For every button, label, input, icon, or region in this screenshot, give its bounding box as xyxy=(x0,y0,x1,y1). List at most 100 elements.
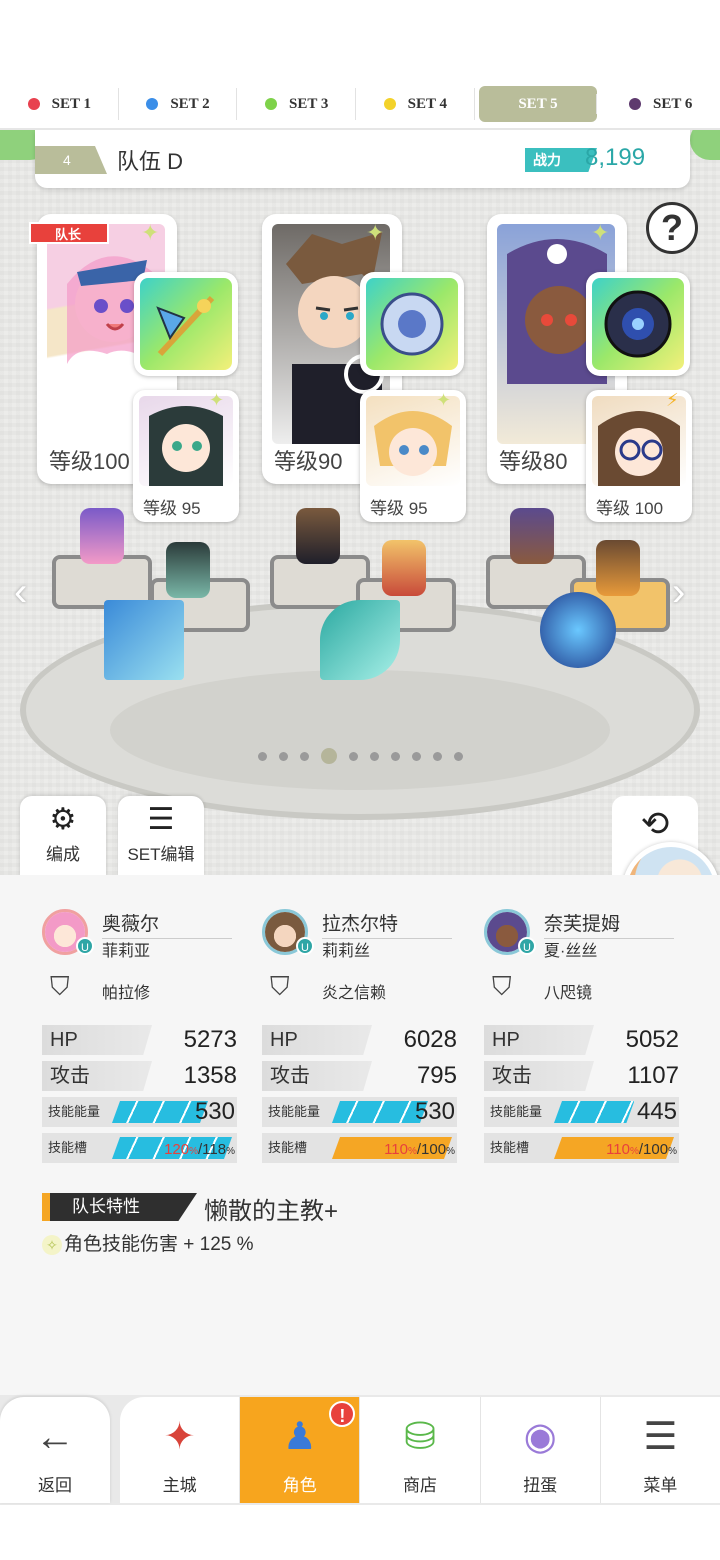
unit-level: 等级80 xyxy=(499,449,568,474)
energy-label: 技能能量 xyxy=(48,1104,101,1119)
page-dot[interactable] xyxy=(300,751,309,761)
nav-shop-label: 商店 xyxy=(403,1476,437,1495)
team-bar: 4 队伍 D 战力 8,199 xyxy=(35,130,690,188)
chibi-sprite xyxy=(382,540,426,596)
support-level: 等级 95 xyxy=(370,499,428,518)
support-level: 等级 100 xyxy=(596,499,664,518)
weapon-sprite xyxy=(104,600,184,680)
bush-decoration xyxy=(690,130,720,160)
support-name: 菲莉亚 xyxy=(102,943,151,960)
set-color-dot xyxy=(629,98,642,110)
halberd-icon xyxy=(156,295,215,357)
hp-label: HP xyxy=(484,1025,594,1055)
page-dot[interactable] xyxy=(412,751,421,761)
bottom-nav: ← 返回 ✦ 主城 ♟ 角色! ⛁ 商店 ◉ 扭蛋 ☰ 菜单 xyxy=(0,1395,720,1505)
bottom-spacer xyxy=(0,1505,720,1560)
leader-trait-name: 懒散的主教+ xyxy=(204,1198,339,1225)
party-scene: 4 队伍 D 战力 8,199 ? 队长 ✦ 等级100 ✦ 等级 95 ✦ 等… xyxy=(0,130,720,875)
hp-value: 6028 xyxy=(403,1026,457,1053)
support-card-3[interactable]: ⚡ 等级 100 xyxy=(586,390,692,522)
slot-max-percent: % xyxy=(446,1146,455,1157)
nav-shop[interactable]: ⛁ 商店 xyxy=(359,1397,479,1503)
set-color-dot xyxy=(383,98,396,110)
list-icon: ☰ xyxy=(147,803,175,836)
support-card-2[interactable]: ✦ 等级 95 xyxy=(360,390,466,522)
character-name: 拉杰尔特 xyxy=(322,909,452,939)
set-tab-6[interactable]: SET 6 xyxy=(601,80,720,128)
hp-stat: HP 5273 xyxy=(42,1025,237,1055)
slot-percent: % xyxy=(189,1146,198,1157)
star-icon: ✦ xyxy=(209,390,225,410)
back-button[interactable]: ← 返回 xyxy=(0,1397,110,1503)
help-icon[interactable]: ? xyxy=(646,202,698,254)
set-tab-5[interactable]: SET 5 xyxy=(478,86,598,122)
nav-town[interactable]: ✦ 主城 xyxy=(120,1397,239,1503)
nav-character-label: 角色 xyxy=(282,1476,317,1495)
party-info-panel: U 奥薇尔 菲莉亚 ⛉ 帕拉修 HP 5273 攻击 1358 技能能量 530 技能… xyxy=(0,875,720,1395)
skill-slot-bar: 技能槽 110%/100% xyxy=(262,1133,457,1163)
page-dot[interactable] xyxy=(370,751,379,761)
page-dot[interactable] xyxy=(258,751,267,761)
star-icon: ✦ xyxy=(436,390,452,410)
weapon-slot-1[interactable] xyxy=(134,272,238,376)
orb-icon xyxy=(380,292,444,356)
energy-fill xyxy=(112,1101,208,1123)
slot-current: 110 xyxy=(606,1141,630,1158)
atk-stat: 攻击 1358 xyxy=(42,1061,237,1091)
team-name[interactable]: 队伍 D xyxy=(117,144,183,176)
stage-inner xyxy=(110,670,610,790)
set-tab-label: SET 1 xyxy=(51,95,91,112)
page-dot[interactable] xyxy=(433,751,442,761)
set-tab-4[interactable]: SET 4 xyxy=(356,80,475,128)
unit-badge-icon: U xyxy=(296,937,314,955)
weapon-icon: ⛉ xyxy=(270,971,290,1001)
slot-percent: % xyxy=(407,1146,417,1157)
atk-value: 1358 xyxy=(183,1062,237,1089)
weapon-icon: ⛉ xyxy=(492,971,512,1001)
nav-town-label: 主城 xyxy=(162,1476,197,1495)
set-tab-2[interactable]: SET 2 xyxy=(119,80,238,128)
weapon-slot-2[interactable] xyxy=(360,272,464,376)
set-tab-3[interactable]: SET 3 xyxy=(237,80,356,128)
hp-value: 5052 xyxy=(625,1026,679,1053)
leader-trait-effect-row: ✧ 角色技能伤害 + 125 % xyxy=(42,1229,254,1256)
weapon-name: 炎之信赖 xyxy=(322,985,387,1002)
page-dot[interactable] xyxy=(349,751,358,761)
set-color-dot xyxy=(27,98,40,110)
nav-menu[interactable]: ☰ 菜单 xyxy=(599,1397,720,1503)
weapon-slot-3[interactable] xyxy=(586,272,690,376)
support-card-1[interactable]: ✦ 等级 95 xyxy=(133,390,239,522)
unit-level: 等级90 xyxy=(274,449,343,474)
set-tab-label: SET 2 xyxy=(170,95,210,112)
next-arrow-icon[interactable]: › xyxy=(672,570,685,615)
weapon-name: 八咫镜 xyxy=(544,985,593,1002)
formation-label: 编成 xyxy=(46,845,80,864)
gacha-orb-icon: ◉ xyxy=(523,1416,557,1458)
weapon-icon: ⛉ xyxy=(50,971,70,1001)
weapon-sprite xyxy=(320,600,400,680)
weapon-image xyxy=(592,278,684,370)
star-icon: ✦ xyxy=(591,220,610,245)
slot-percent: % xyxy=(629,1146,639,1157)
skill-energy-bar: 技能能量 530 xyxy=(262,1097,457,1127)
slot-value: 110%/100% xyxy=(384,1135,455,1167)
nav-gacha[interactable]: ◉ 扭蛋 xyxy=(479,1397,600,1503)
set-tab-1[interactable]: SET 1 xyxy=(0,80,119,128)
leader-badge: 队长 xyxy=(29,222,109,244)
set-tab-label: SET 3 xyxy=(289,95,329,112)
set-tab-label: SET 4 xyxy=(407,95,448,112)
hp-label: HP xyxy=(42,1025,152,1055)
prev-arrow-icon[interactable]: ‹ xyxy=(14,570,27,615)
page-dot[interactable] xyxy=(391,751,400,761)
set-edit-button[interactable]: ☰ SET编辑 xyxy=(118,796,204,875)
unit-level: 等级100 xyxy=(49,449,130,474)
set-tab-label: SET 5 xyxy=(518,95,558,112)
page-dot[interactable] xyxy=(454,751,463,761)
page-dot-current[interactable] xyxy=(321,748,337,764)
nav-character[interactable]: ♟ 角色! xyxy=(239,1397,360,1503)
set-color-dot xyxy=(265,98,277,110)
formation-button[interactable]: ⚙ 编成 xyxy=(20,796,106,875)
weapon-image xyxy=(140,278,232,370)
energy-value: 530 xyxy=(414,1098,455,1125)
page-dot[interactable] xyxy=(279,751,288,761)
